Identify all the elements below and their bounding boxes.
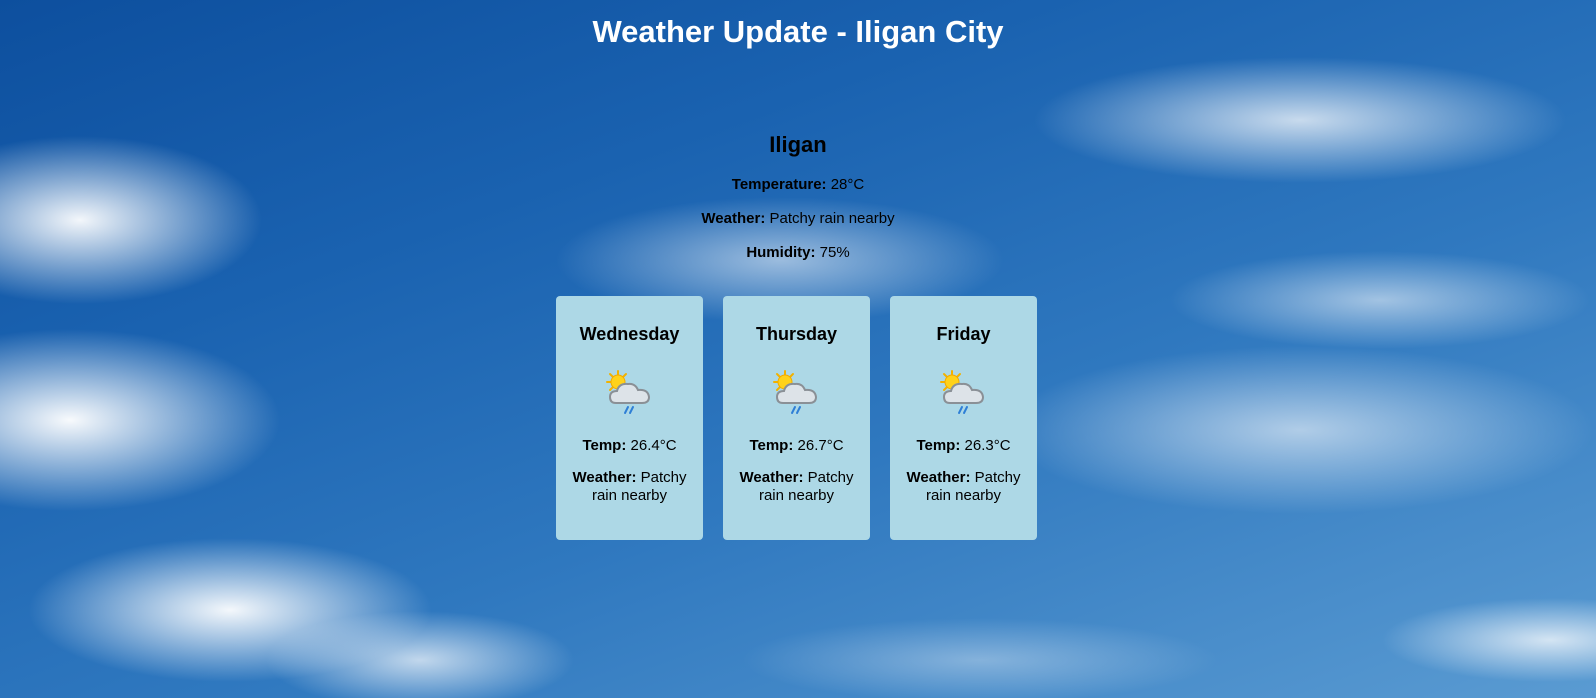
forecast-weather: Weather: Patchy rain nearby [723, 469, 870, 505]
forecast-card-friday: Friday Temp: 26.3°C Weather: Patchy rain… [890, 296, 1037, 540]
forecast-temp-value: 26.7°C [797, 437, 844, 454]
forecast-temp-value: 26.4°C [630, 437, 677, 454]
forecast-day: Wednesday [579, 324, 680, 344]
forecast-weather: Weather: Patchy rain nearby [890, 469, 1037, 505]
forecast-weather-label: Weather: [739, 469, 804, 486]
forecast-day: Friday [936, 324, 991, 344]
patchy-rain-icon [939, 370, 984, 414]
weather-label: Weather: [701, 210, 766, 227]
forecast-weather-label: Weather: [572, 469, 637, 486]
humidity-label: Humidity: [746, 244, 816, 261]
forecast-temp-label: Temp: [582, 437, 627, 454]
temperature-line: Temperature: 28°C [0, 176, 1596, 193]
forecast-temp: Temp: 26.4°C [556, 437, 703, 455]
forecast-temp-label: Temp: [749, 437, 794, 454]
forecast-weather-label: Weather: [906, 469, 971, 486]
temperature-label: Temperature: [731, 176, 827, 193]
page-title: Weather Update - Iligan City [592, 14, 1004, 49]
city-name: Iligan [769, 132, 827, 157]
humidity-line: Humidity: 75% [0, 244, 1596, 261]
forecast-temp-value: 26.3°C [964, 437, 1011, 454]
weather-value: Patchy rain nearby [769, 210, 895, 227]
temperature-value: 28°C [830, 176, 865, 193]
forecast-temp: Temp: 26.7°C [723, 437, 870, 455]
forecast-day: Thursday [755, 324, 838, 344]
current-weather: Iligan Temperature: 28°C Weather: Patchy… [0, 132, 1596, 278]
forecast-card-thursday: Thursday Temp: 26.7°C Weather: Patchy ra… [723, 296, 870, 540]
forecast-weather: Weather: Patchy rain nearby [556, 469, 703, 505]
patchy-rain-icon [605, 370, 650, 414]
patchy-rain-icon [772, 370, 817, 414]
humidity-value: 75% [819, 244, 850, 261]
forecast-temp: Temp: 26.3°C [890, 437, 1037, 455]
forecast-list: Wednesday Temp: 26.4°C Weather: Patchy r… [556, 296, 1037, 540]
weather-line: Weather: Patchy rain nearby [0, 210, 1596, 227]
forecast-card-wednesday: Wednesday Temp: 26.4°C Weather: Patchy r… [556, 296, 703, 540]
forecast-temp-label: Temp: [916, 437, 961, 454]
